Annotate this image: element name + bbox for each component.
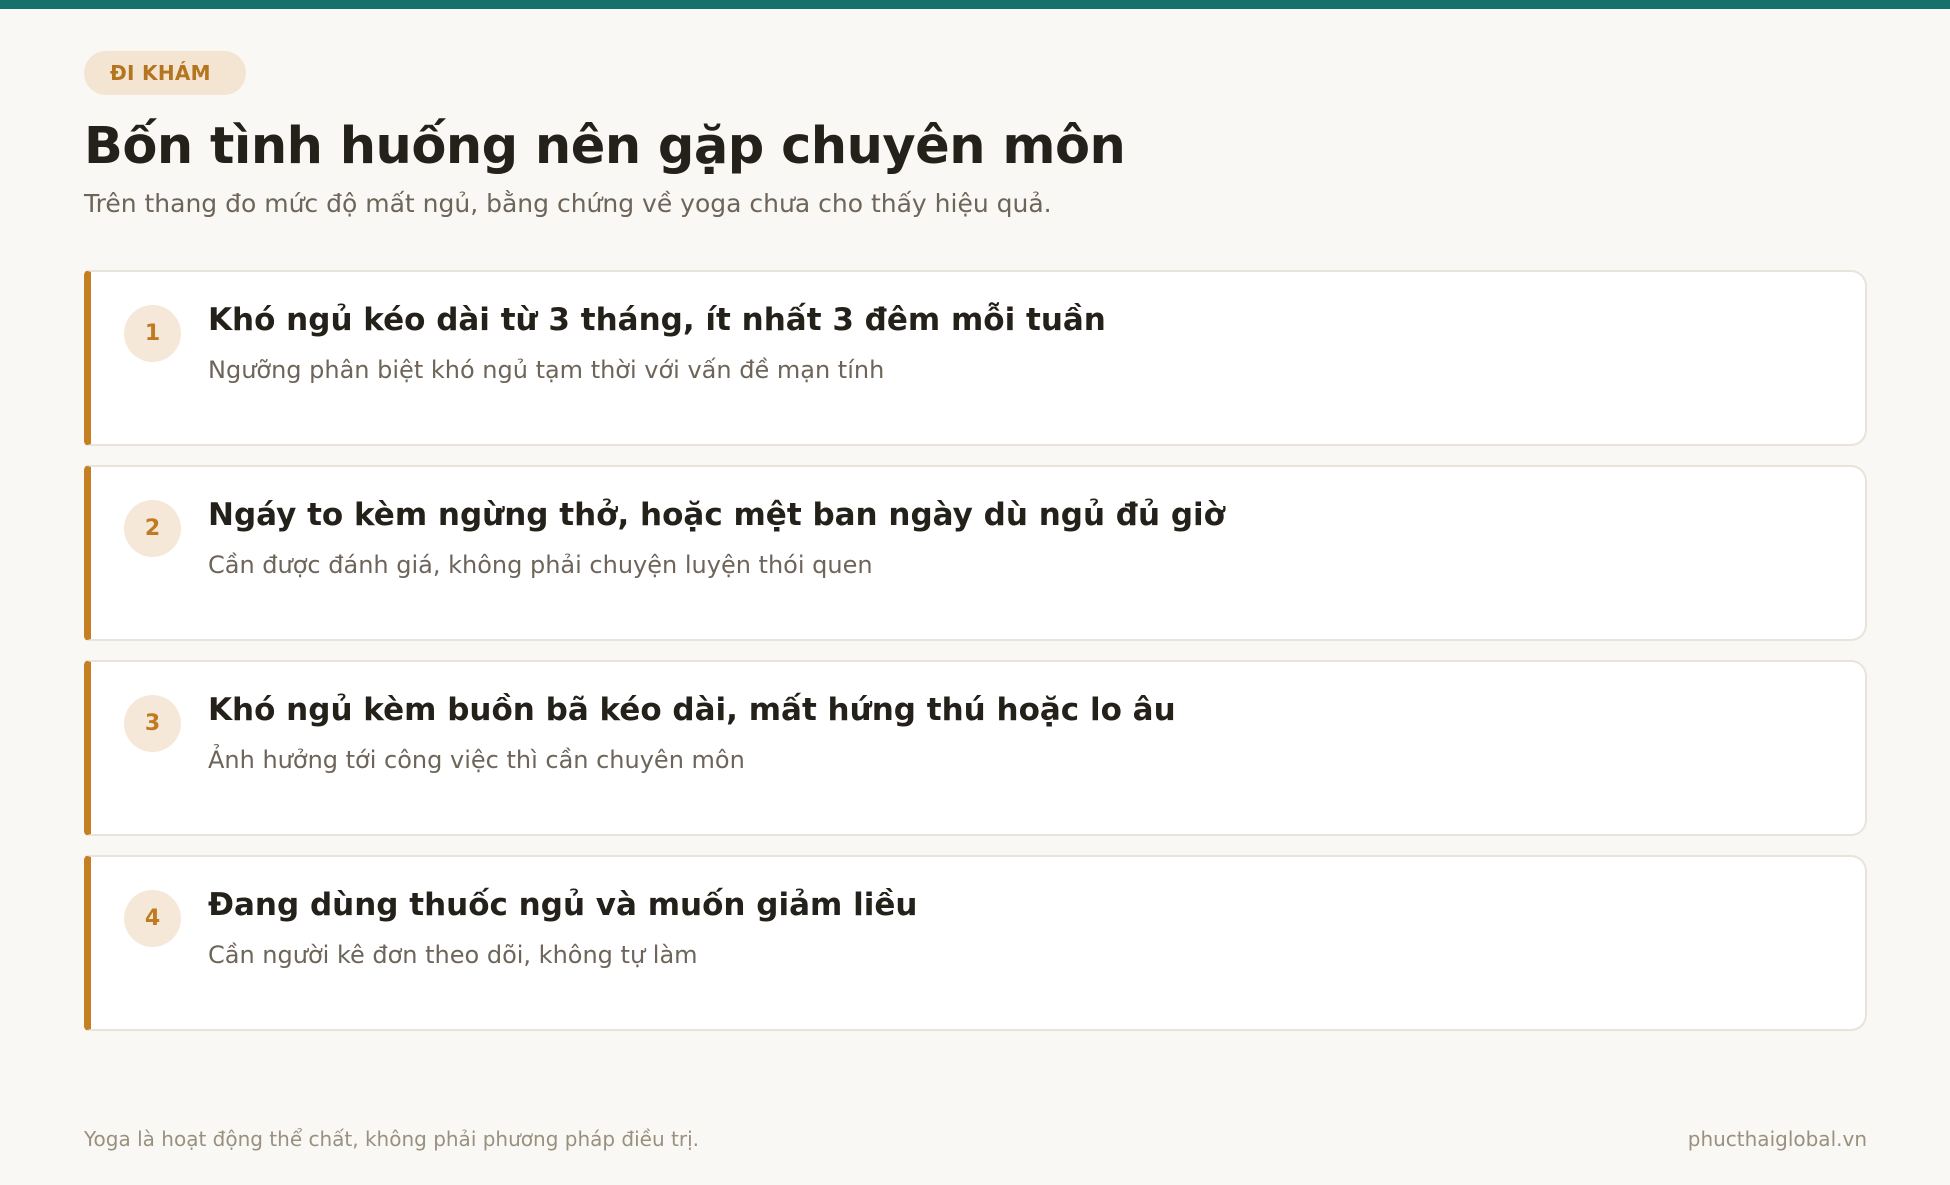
situation-description: Ngưỡng phân biệt khó ngủ tạm thời với vấ… <box>208 356 885 384</box>
page-title: Bốn tình huống nên gặp chuyên môn <box>84 117 1126 176</box>
page-subtitle: Trên thang đo mức độ mất ngủ, bằng chứng… <box>84 189 1052 218</box>
number-badge: 4 <box>124 890 181 947</box>
situation-description: Cần được đánh giá, không phải chuyện luy… <box>208 551 873 579</box>
situation-title: Khó ngủ kèm buồn bã kéo dài, mất hứng th… <box>208 692 1176 728</box>
situation-title: Khó ngủ kéo dài từ 3 tháng, ít nhất 3 đê… <box>208 302 1106 338</box>
situation-card-4: 4 Đang dùng thuốc ngủ và muốn giảm liều … <box>84 855 1867 1031</box>
situation-description: Cần người kê đơn theo dõi, không tự làm <box>208 941 698 969</box>
situation-card-2: 2 Ngáy to kèm ngừng thở, hoặc mệt ban ng… <box>84 465 1867 641</box>
number-badge: 3 <box>124 695 181 752</box>
top-accent-bar <box>0 0 1950 9</box>
footer-site-name: phucthaiglobal.vn <box>1687 1127 1867 1151</box>
number-badge: 2 <box>124 500 181 557</box>
main-content: ĐI KHÁM Bốn tình huống nên gặp chuyên mô… <box>84 51 1867 1050</box>
situation-title: Đang dùng thuốc ngủ và muốn giảm liều <box>208 887 918 923</box>
category-tag: ĐI KHÁM <box>84 51 246 95</box>
situation-card-3: 3 Khó ngủ kèm buồn bã kéo dài, mất hứng … <box>84 660 1867 836</box>
footer-disclaimer: Yoga là hoạt động thể chất, không phải p… <box>84 1127 699 1151</box>
situation-card-1: 1 Khó ngủ kéo dài từ 3 tháng, ít nhất 3 … <box>84 270 1867 446</box>
situation-list: 1 Khó ngủ kéo dài từ 3 tháng, ít nhất 3 … <box>84 270 1867 1031</box>
number-badge: 1 <box>124 305 181 362</box>
situation-title: Ngáy to kèm ngừng thở, hoặc mệt ban ngày… <box>208 497 1225 533</box>
situation-description: Ảnh hưởng tới công việc thì cần chuyên m… <box>208 746 745 774</box>
